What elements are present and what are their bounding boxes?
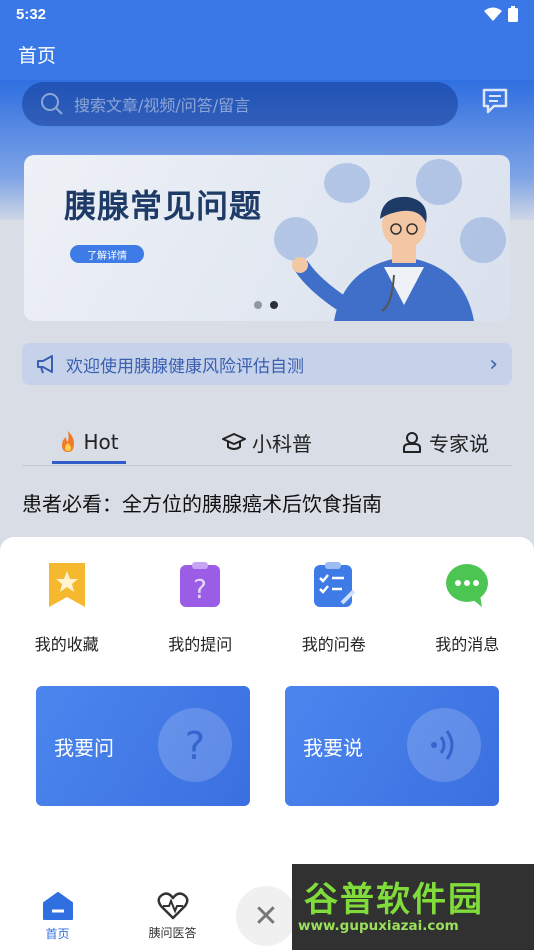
home-content: 搜索文章/视频/问答/留言 胰腺常见问题 了解详情 欢迎使用胰腺健康风险评估自测	[0, 80, 534, 550]
wifi-icon	[484, 7, 502, 21]
watermark: 谷普软件园 www.gupuxiazai.com	[292, 864, 534, 950]
page-title: 首页	[18, 44, 57, 67]
graduation-cap-icon	[222, 433, 246, 450]
tab-label: 小科普	[252, 431, 312, 456]
my-questions-item[interactable]: ? 我的提问	[134, 561, 268, 655]
notice-bar[interactable]: 欢迎使用胰腺健康风险评估自测 ›	[22, 343, 512, 385]
megaphone-icon	[37, 355, 53, 374]
tab-label: Hot	[83, 430, 119, 454]
my-messages-label: 我的消息	[435, 635, 500, 654]
search-placeholder: 搜索文章/视频/问答/留言	[74, 96, 251, 115]
my-favorites-item[interactable]: 我的收藏	[0, 561, 134, 655]
bottom-sheet: 我的收藏 ? 我的提问 我的问卷 我的消息 我要问 ? 我要说	[0, 537, 534, 882]
nav-home-label: 首页	[45, 926, 70, 941]
status-time: 5:32	[16, 5, 47, 23]
article-title[interactable]: 患者必看：全方位的胰腺癌术后饮食指南	[22, 488, 382, 517]
home-icon	[42, 891, 73, 920]
tab-bar: Hot 小科普 专家说	[0, 420, 534, 464]
watermark-text: 谷普软件园	[304, 880, 484, 920]
app-bar: 首页	[0, 28, 534, 80]
fire-icon	[62, 431, 75, 452]
nav-qa-label: 胰问医答	[148, 925, 197, 940]
search-icon	[41, 93, 63, 115]
message-icon[interactable]	[480, 86, 510, 116]
checklist-icon	[313, 562, 356, 607]
my-surveys-item[interactable]: 我的问卷	[267, 561, 401, 655]
my-surveys-label: 我的问卷	[301, 635, 366, 654]
banner-title: 胰腺常见问题	[64, 187, 263, 225]
sheet-menu: 我的收藏 ? 我的提问 我的问卷 我的消息	[0, 561, 534, 655]
star-bookmark-icon	[48, 563, 85, 607]
notice-text: 欢迎使用胰腺健康风险评估自测	[66, 356, 304, 377]
my-messages-item[interactable]: 我的消息	[401, 561, 534, 655]
status-icons	[484, 6, 518, 22]
question-icon: ?	[158, 708, 232, 782]
promo-banner[interactable]: 胰腺常见问题 了解详情	[24, 155, 510, 321]
svg-text:?: ?	[185, 724, 205, 767]
svg-text:?: ?	[193, 575, 207, 605]
pagination-dot-active[interactable]	[270, 301, 278, 309]
question-clipboard-icon: ?	[180, 562, 221, 607]
nav-home[interactable]: 首页	[0, 882, 115, 950]
chevron-right-icon: ›	[489, 351, 498, 377]
doctor-illustration	[292, 196, 474, 321]
chat-bubble-icon	[446, 564, 489, 607]
close-icon: ✕	[253, 898, 279, 934]
divider	[22, 465, 512, 466]
watermark-url: www.gupuxiazai.com	[298, 918, 459, 934]
my-questions-label: 我的提问	[168, 635, 233, 654]
share-story-card[interactable]: 我要说	[285, 686, 499, 806]
close-sheet-button[interactable]: ✕	[236, 886, 296, 946]
nav-qa[interactable]: 胰问医答	[115, 882, 230, 950]
battery-icon	[508, 6, 518, 22]
ask-question-label: 我要问	[54, 735, 114, 760]
user-icon	[403, 432, 421, 453]
tab-hot[interactable]: Hot	[0, 420, 178, 464]
share-story-label: 我要说	[303, 735, 363, 760]
ask-question-card[interactable]: 我要问 ?	[36, 686, 250, 806]
banner-pagination	[254, 301, 278, 309]
search-input[interactable]: 搜索文章/视频/问答/留言	[22, 82, 458, 126]
status-bar: 5:32	[0, 0, 534, 28]
sound-icon	[407, 708, 481, 782]
tab-label: 专家说	[429, 431, 489, 456]
heart-pulse-icon	[157, 891, 188, 919]
pagination-dot[interactable]	[254, 301, 262, 309]
my-favorites-label: 我的收藏	[34, 635, 99, 654]
banner-button[interactable]: 了解详情	[70, 245, 144, 263]
tab-science[interactable]: 小科普	[178, 420, 356, 464]
tab-expert[interactable]: 专家说	[356, 420, 534, 464]
